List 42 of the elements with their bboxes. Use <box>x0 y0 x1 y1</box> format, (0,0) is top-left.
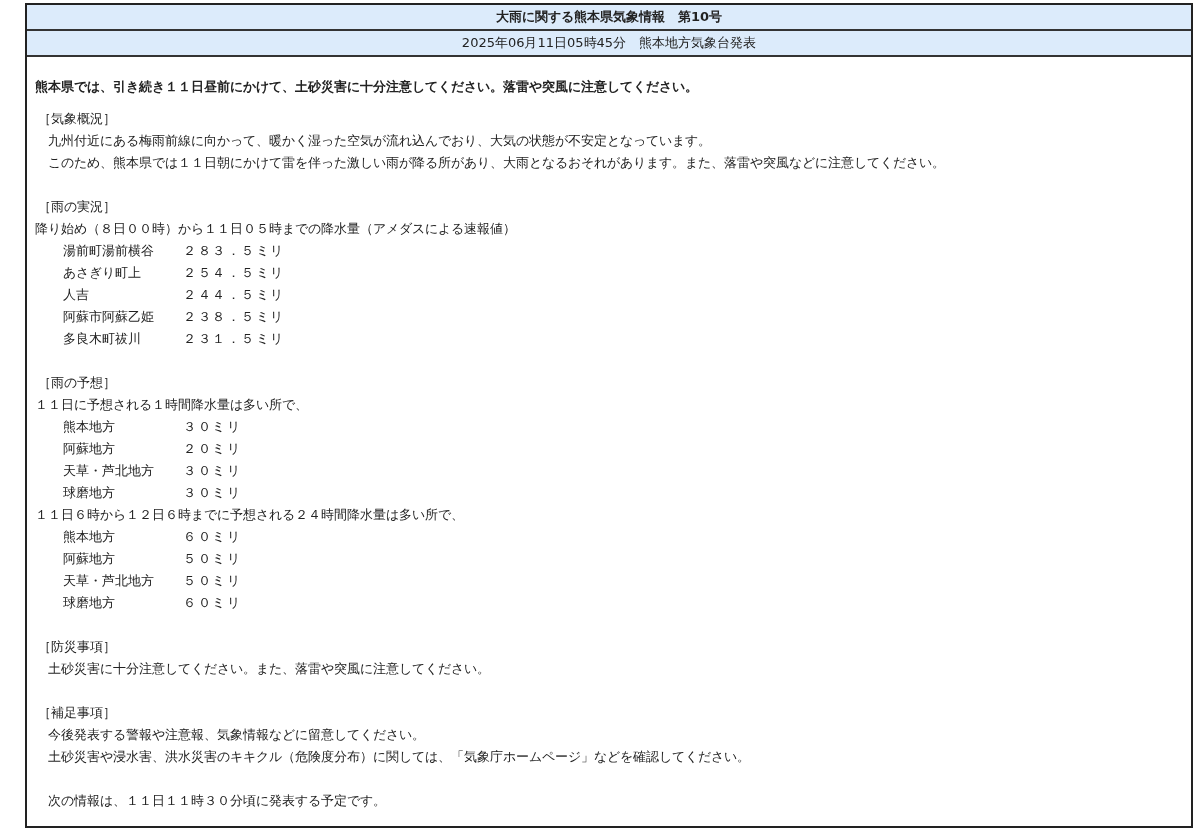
intro-text: 降り始め（８日００時）から１１日０５時までの降水量（アメダスによる速報値） <box>35 220 517 238</box>
body-text: 土砂災害や浸水害、洪水災害のキキクル（危険度分布）に関しては、「気象庁ホームページ」などを確認してください。 <box>47 748 751 766</box>
place-name: 球磨地方 <box>63 594 116 612</box>
place-name: 熊本地方 <box>63 418 116 436</box>
rainfall-value: ２３１．５ミリ <box>183 330 285 348</box>
section-heading: ［気象概況］ <box>37 110 117 128</box>
body-text: このため、熊本県では１１日朝にかけて雷を伴った激しい雨が降る所があり、大雨となるおそれがあります。また、落雷や突風などに注意してください。 <box>47 154 946 172</box>
bulletin-title: 大雨に関する熊本県気象情報 第10号 <box>27 5 1191 31</box>
rainfall-value: ６０ミリ <box>183 594 242 612</box>
place-name: 球磨地方 <box>63 484 116 502</box>
place-name: 阿蘇地方 <box>63 550 116 568</box>
place-name: 阿蘇市阿蘇乙姫 <box>63 308 155 326</box>
section-heading: ［防災事項］ <box>37 638 117 656</box>
rainfall-value: ２８３．５ミリ <box>183 242 285 260</box>
rainfall-value: ３０ミリ <box>183 418 242 436</box>
intro-text: １１日６時から１２日６時までに予想される２４時間降水量は多い所で、 <box>35 506 465 524</box>
rainfall-value: ２５４．５ミリ <box>183 264 285 282</box>
place-name: 熊本地方 <box>63 528 116 546</box>
body-text: 土砂災害に十分注意してください。また、落雷や突風に注意してください。 <box>47 660 491 678</box>
rainfall-value: ２４４．５ミリ <box>183 286 285 304</box>
body-text: 九州付近にある梅雨前線に向かって、暖かく湿った空気が流れ込んでおり、大気の状態が不安定となっています。 <box>47 132 712 150</box>
section-heading: ［補足事項］ <box>37 704 117 722</box>
place-name: 天草・芦北地方 <box>63 462 155 480</box>
place-name: あさぎり町上 <box>63 264 142 282</box>
rainfall-value: ３０ミリ <box>183 484 242 502</box>
rainfall-value: ５０ミリ <box>183 550 242 568</box>
place-name: 天草・芦北地方 <box>63 572 155 590</box>
intro-text: １１日に予想される１時間降水量は多い所で、 <box>35 396 309 414</box>
place-name: 多良木町祓川 <box>63 330 142 348</box>
section-heading: ［雨の予想］ <box>37 374 117 392</box>
body-text: 次の情報は、１１日１１時３０分頃に発表する予定です。 <box>47 792 387 810</box>
rainfall-value: ３０ミリ <box>183 462 242 480</box>
rainfall-value: ６０ミリ <box>183 528 242 546</box>
place-name: 湯前町湯前横谷 <box>63 242 155 260</box>
rainfall-value: ２０ミリ <box>183 440 242 458</box>
place-name: 阿蘇地方 <box>63 440 116 458</box>
place-name: 人吉 <box>63 286 90 304</box>
rainfall-value: ５０ミリ <box>183 572 242 590</box>
section-heading: ［雨の実況］ <box>37 198 117 216</box>
body-text: 今後発表する警報や注意報、気象情報などに留意してください。 <box>47 726 426 744</box>
headline-text: 熊本県では、引き続き１１日昼前にかけて、土砂災害に十分注意してください。落雷や突風に注意してください。 <box>35 78 699 96</box>
rainfall-value: ２３８．５ミリ <box>183 308 285 326</box>
